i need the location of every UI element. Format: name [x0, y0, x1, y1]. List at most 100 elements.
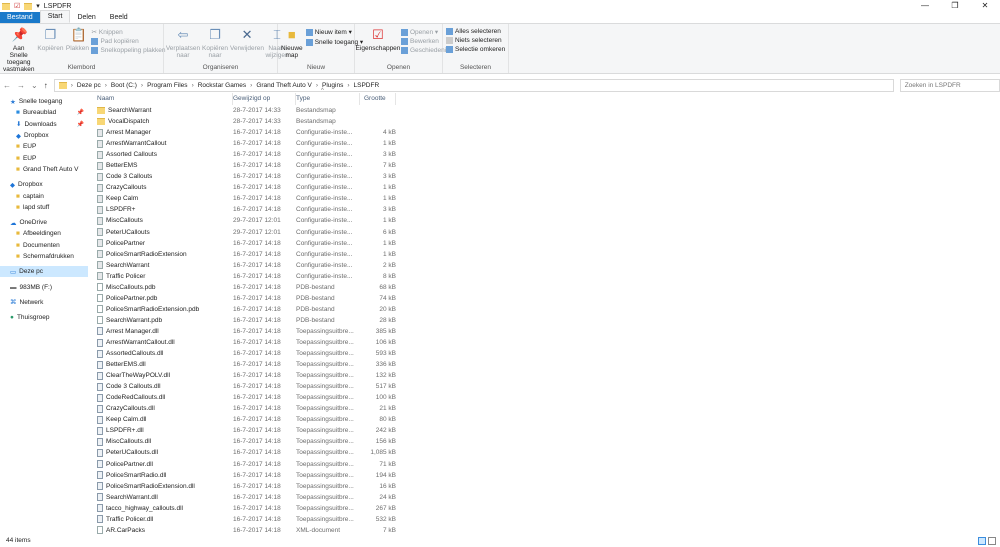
breadcrumb-item[interactable]: Plugins: [322, 82, 343, 89]
column-size[interactable]: Grootte: [360, 92, 396, 105]
address-bar[interactable]: › Deze pc › Boot (C:) › Program Files › Rocksta…: [53, 78, 894, 92]
file-row[interactable]: PoliceSmartRadioExtension 16-7-2017 14:18…: [92, 249, 402, 260]
file-row[interactable]: LSPDFR+.dll 16-7-2017 14:18 Toepassingsuit…: [92, 425, 402, 436]
sidebar-item[interactable]: ▬ 983MB (F:): [0, 281, 88, 292]
file-row[interactable]: Traffic Policer 16-7-2017 14:18 Configurat…: [92, 271, 402, 282]
file-row[interactable]: SearchWarrant.dll 16-7-2017 14:18 Toepassi…: [92, 492, 402, 503]
file-row[interactable]: ClearTheWayPOLV.dll 16-7-2017 14:18 Toepas…: [92, 370, 402, 381]
chevron-right-icon[interactable]: ›: [105, 82, 107, 89]
file-row[interactable]: LSPDFR+ 16-7-2017 14:18 Configuratie-inste…: [92, 204, 402, 215]
breadcrumb-item[interactable]: Deze pc: [77, 82, 101, 89]
breadcrumb-item[interactable]: Rockstar Games: [198, 82, 246, 89]
sidebar-item[interactable]: ▭ Deze pc: [0, 266, 88, 278]
sidebar-item[interactable]: ■ Documenten: [0, 240, 88, 251]
sidebar-item[interactable]: ■ EUP: [0, 152, 88, 163]
file-row[interactable]: BetterEMS 16-7-2017 14:18 Configuratie-ins…: [92, 160, 402, 171]
file-row[interactable]: PolicePartner.dll 16-7-2017 14:18 Toepassi…: [92, 459, 402, 470]
file-row[interactable]: AR.CarPacks 16-7-2017 14:18 XML-document 7 …: [92, 525, 402, 536]
back-icon[interactable]: ←: [3, 81, 11, 90]
column-type[interactable]: Type: [296, 92, 360, 105]
file-row[interactable]: Keep Calm 16-7-2017 14:18 Configuratie-ins…: [92, 193, 402, 204]
sidebar-item[interactable]: ⌘ Netwerk: [0, 297, 88, 308]
breadcrumb-item[interactable]: Boot (C:): [111, 82, 137, 89]
maximize-button[interactable]: ❐: [940, 0, 970, 12]
file-row[interactable]: CrazyCallouts 16-7-2017 14:18 Configuratie…: [92, 182, 402, 193]
file-row[interactable]: PeterUCallouts 29-7-2017 12:01 Configurati…: [92, 227, 402, 238]
file-row[interactable]: Arrest Manager.dll 16-7-2017 14:18 Toepass…: [92, 326, 402, 337]
cut-button[interactable]: ✂ Knippen: [91, 28, 165, 37]
file-row[interactable]: Code 3 Callouts.dll 16-7-2017 14:18 Toepas…: [92, 381, 402, 392]
sidebar-item[interactable]: ■ Grand Theft Auto V: [0, 164, 88, 175]
tab-start[interactable]: Start: [39, 10, 71, 23]
file-row[interactable]: MiscCallouts.dll 16-7-2017 14:18 Toepassin…: [92, 436, 402, 447]
close-button[interactable]: ✕: [970, 0, 1000, 12]
chevron-right-icon[interactable]: ›: [141, 82, 143, 89]
sidebar-item[interactable]: ■ Bureaublad 📌: [0, 107, 88, 118]
chevron-right-icon[interactable]: ›: [192, 82, 194, 89]
minimize-button[interactable]: —: [910, 0, 940, 12]
file-row[interactable]: BetterEMS.dll 16-7-2017 14:18 Toepassingsu…: [92, 359, 402, 370]
dll-file-icon: [97, 471, 103, 480]
file-row[interactable]: SearchWarrant 28-7-2017 14:33 Bestandsmap: [92, 105, 402, 116]
file-row[interactable]: ArrestWarrantCallout 16-7-2017 14:18 Confi…: [92, 138, 402, 149]
column-name[interactable]: Naam: [92, 92, 233, 105]
file-row[interactable]: PolicePartner 16-7-2017 14:18 Configuratie…: [92, 238, 402, 249]
file-row[interactable]: CrazyCallouts.dll 16-7-2017 14:18 Toepassi…: [92, 403, 402, 414]
file-row[interactable]: Assorted Callouts 16-7-2017 14:18 Configur…: [92, 149, 402, 160]
file-row[interactable]: CodeRedCallouts.dll 16-7-2017 14:18 Toepas…: [92, 392, 402, 403]
chevron-right-icon[interactable]: ›: [250, 82, 252, 89]
file-row[interactable]: tacco_highway_callouts.dll 16-7-2017 14:1…: [92, 503, 402, 514]
file-row[interactable]: PoliceSmartRadioExtension.pdb 16-7-2017 1…: [92, 304, 402, 315]
tab-bestand[interactable]: Bestand: [0, 12, 40, 23]
sidebar-item[interactable]: ■ Afbeeldingen: [0, 228, 88, 239]
chevron-right-icon[interactable]: ›: [71, 82, 73, 89]
file-row[interactable]: Arrest Manager 16-7-2017 14:18 Configurati…: [92, 127, 402, 138]
column-modified[interactable]: Gewijzigd op: [233, 92, 296, 105]
copy-path-button[interactable]: Pad kopiëren: [91, 38, 165, 45]
sidebar-item[interactable]: ■ EUP: [0, 141, 88, 152]
up-icon[interactable]: ↑: [44, 81, 48, 90]
search-input[interactable]: Zoeken in LSPDFR: [899, 78, 1000, 92]
chevron-right-icon[interactable]: ›: [316, 82, 318, 89]
file-row[interactable]: PoliceSmartRadio.dll 16-7-2017 14:18 Toepa…: [92, 470, 402, 481]
quick-access-dropdown-icon[interactable]: ▾: [36, 2, 40, 10]
file-row[interactable]: Keep Calm.dll 16-7-2017 14:18 Toepassingsu…: [92, 414, 402, 425]
file-row[interactable]: Traffic Policer.dll 16-7-2017 14:18 Toepas…: [92, 514, 402, 525]
sidebar-item[interactable]: ◆ Dropbox: [0, 179, 88, 190]
file-row[interactable]: SearchWarrant 16-7-2017 14:18 Configuratie…: [92, 260, 402, 271]
tab-beeld[interactable]: Beeld: [103, 12, 135, 23]
file-row[interactable]: MiscCallouts 29-7-2017 12:01 Configuratie-…: [92, 215, 402, 226]
breadcrumb-item[interactable]: LSPDFR: [354, 82, 380, 89]
sidebar-item[interactable]: ⬇ Downloads 📌: [0, 119, 88, 130]
file-row[interactable]: SearchWarrant.pdb 16-7-2017 14:18 PDB-best…: [92, 315, 402, 326]
forward-icon[interactable]: →: [17, 81, 25, 90]
file-row[interactable]: PeterUCallouts.dll 16-7-2017 14:18 Toepass…: [92, 447, 402, 458]
file-row[interactable]: MiscCallouts.pdb 16-7-2017 14:18 PDB-besta…: [92, 282, 402, 293]
file-row[interactable]: VocalDispatch 28-7-2017 14:33 Bestandsmap: [92, 116, 402, 127]
tab-delen[interactable]: Delen: [70, 12, 102, 23]
new-folder-quick-icon[interactable]: [24, 2, 33, 10]
sidebar-item[interactable]: ● Thuisgroep: [0, 312, 88, 323]
file-row[interactable]: Code 3 Callouts 16-7-2017 14:18 Configurat…: [92, 171, 402, 182]
file-row[interactable]: AssortedCallouts.dll 16-7-2017 14:18 Toepa…: [92, 348, 402, 359]
large-icons-view-icon[interactable]: [988, 537, 996, 545]
details-view-icon[interactable]: [978, 537, 986, 545]
file-row[interactable]: PolicePartner.pdb 16-7-2017 14:18 PDB-best…: [92, 293, 402, 304]
sidebar-item[interactable]: ■ lapd stuff: [0, 202, 88, 213]
invert-selection-button[interactable]: Selectie omkeren: [446, 46, 505, 53]
select-none-button[interactable]: Niets selecteren: [446, 37, 505, 44]
paste-shortcut-button[interactable]: Snelkoppeling plakken: [91, 47, 166, 54]
breadcrumb-item[interactable]: Program Files: [147, 82, 187, 89]
select-all-button[interactable]: Alles selecteren: [446, 28, 505, 35]
file-row[interactable]: PoliceSmartRadioExtension.dll 16-7-2017 1…: [92, 481, 402, 492]
sidebar-item[interactable]: ★ Snelle toegang: [0, 96, 88, 107]
sidebar-item[interactable]: ◆ Dropbox: [0, 130, 88, 141]
sidebar-item[interactable]: ☁ OneDrive: [0, 217, 88, 228]
breadcrumb-item[interactable]: Grand Theft Auto V: [256, 82, 312, 89]
sidebar-item[interactable]: ■ captain: [0, 190, 88, 201]
recent-dropdown-icon[interactable]: ⌄: [31, 81, 38, 90]
properties-quick-icon[interactable]: ☑: [14, 2, 20, 10]
chevron-right-icon[interactable]: ›: [347, 82, 349, 89]
sidebar-item[interactable]: ■ Schermafdrukken: [0, 251, 88, 262]
file-row[interactable]: ArrestWarrantCallout.dll 16-7-2017 14:18 T…: [92, 337, 402, 348]
